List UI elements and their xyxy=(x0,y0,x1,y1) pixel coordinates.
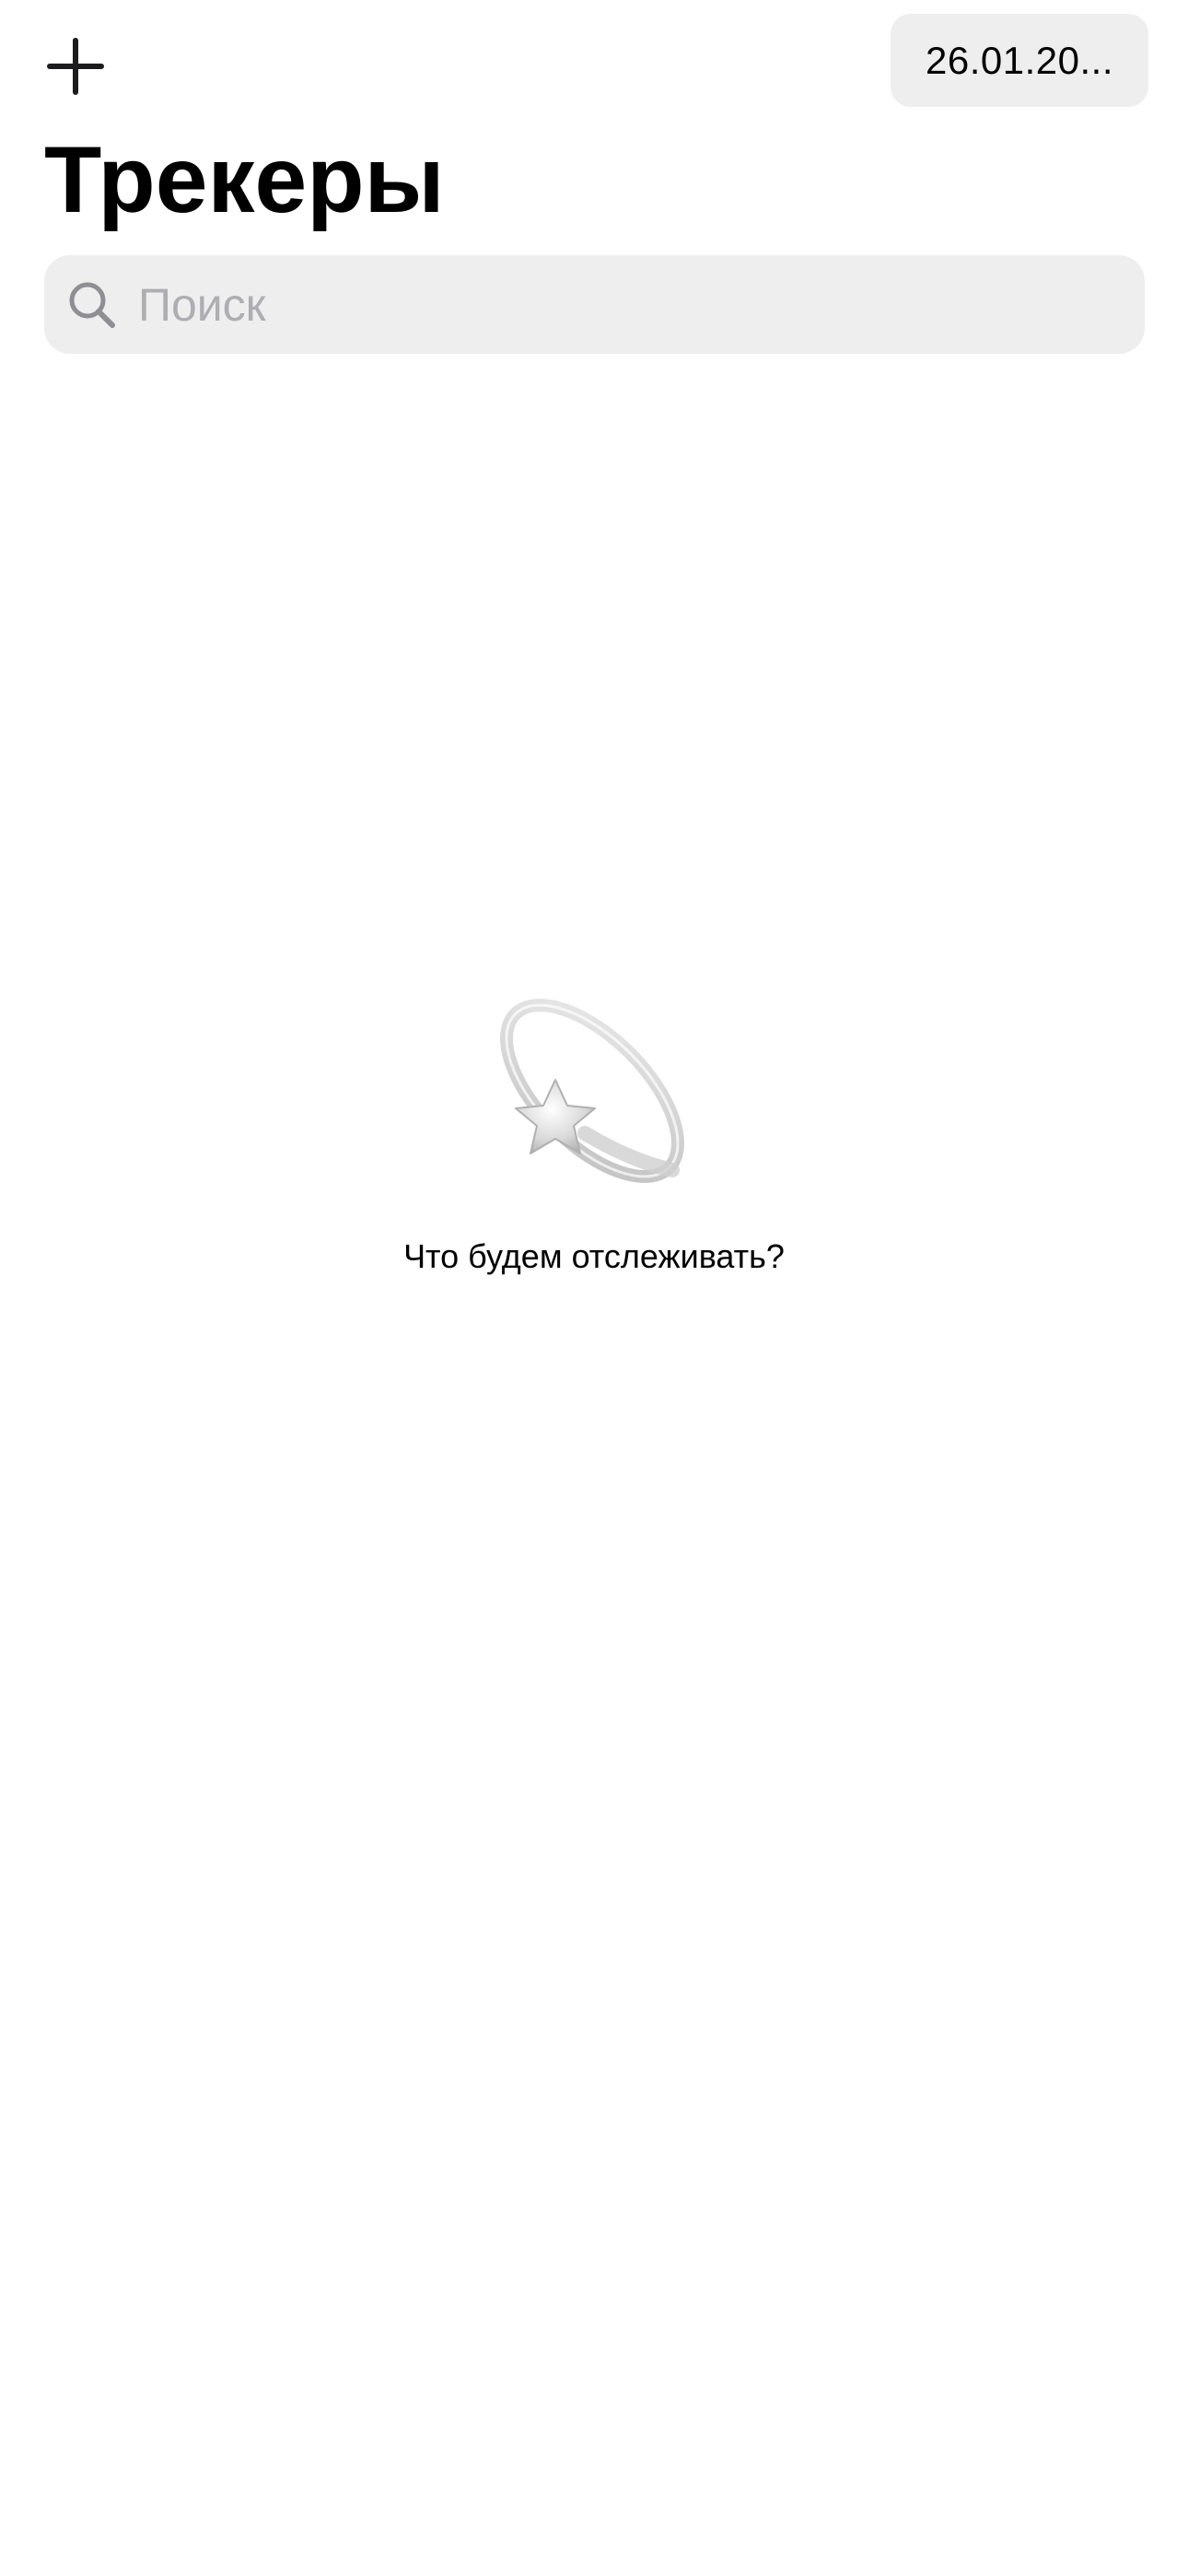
magnifier-icon xyxy=(64,277,120,333)
add-tracker-button[interactable] xyxy=(37,28,114,105)
dizzy-star-icon xyxy=(500,999,684,1183)
date-picker-label: 26.01.20... xyxy=(926,38,1113,82)
search-field[interactable] xyxy=(44,255,1145,354)
empty-state: Что будем отслеживать? xyxy=(0,977,1188,1279)
page-title: Трекеры xyxy=(44,127,445,232)
plus-icon xyxy=(47,38,104,95)
search-input[interactable] xyxy=(138,267,1105,342)
empty-state-message: Что будем отслеживать? xyxy=(403,1237,785,1275)
date-picker-button[interactable]: 26.01.20... xyxy=(891,14,1148,107)
